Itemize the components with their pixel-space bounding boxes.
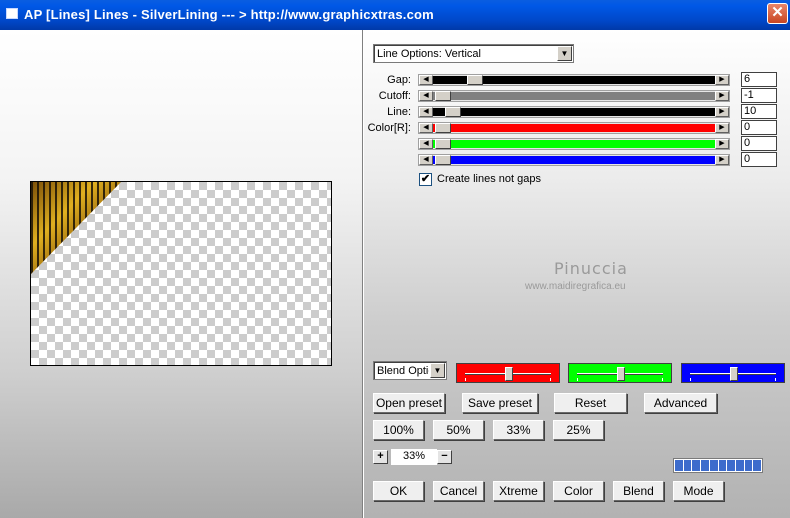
slider-label: Cutoff:	[378, 90, 411, 102]
progress-segment	[727, 460, 735, 471]
arrow-left-icon[interactable]: ◀	[419, 107, 433, 117]
arrow-left-icon[interactable]: ◀	[419, 123, 433, 133]
slider-label: Line:	[387, 106, 411, 118]
reset-button[interactable]: Reset	[554, 393, 627, 413]
blend-options-value: Blend Optio	[377, 365, 429, 377]
zoom-33-button[interactable]: 33%	[493, 420, 544, 440]
create-lines-label: Create lines not gaps	[437, 173, 541, 185]
progress-segment	[709, 460, 718, 471]
slider-fill	[433, 140, 715, 148]
xtreme-button[interactable]: Xtreme	[493, 481, 544, 501]
progress-segment	[718, 460, 727, 471]
slider-thumb[interactable]	[435, 155, 451, 165]
progress-segment	[683, 460, 692, 471]
preview-canvas	[30, 181, 332, 366]
line-options-dropdown[interactable]: Line Options: Vertical ▼	[373, 44, 574, 63]
slider-thumb[interactable]	[730, 367, 738, 381]
progress-indicator	[673, 458, 763, 473]
arrow-right-icon[interactable]: ▶	[715, 123, 729, 133]
progress-segment	[701, 460, 709, 471]
arrow-right-icon[interactable]: ▶	[715, 75, 729, 85]
progress-segment	[753, 460, 762, 471]
gap-value-field[interactable]: 6	[741, 72, 777, 87]
slider-fill	[433, 156, 715, 164]
cancel-button[interactable]: Cancel	[433, 481, 484, 501]
progress-segment	[692, 460, 701, 471]
watermark-site: www.maidiregrafica.eu	[525, 281, 626, 292]
arrow-left-icon[interactable]: ◀	[419, 139, 433, 149]
chevron-down-icon[interactable]: ▼	[430, 363, 445, 378]
open-preset-button[interactable]: Open preset	[373, 393, 445, 413]
preview-pane	[0, 30, 362, 518]
arrow-right-icon[interactable]: ▶	[715, 107, 729, 117]
red-value-field[interactable]: 0	[741, 120, 777, 135]
arrow-left-icon[interactable]: ◀	[419, 75, 433, 85]
arrow-right-icon[interactable]: ▶	[715, 155, 729, 165]
green-slider[interactable]: ◀ ▶	[418, 138, 730, 150]
slider-thumb[interactable]	[435, 91, 451, 101]
slider-thumb[interactable]	[435, 139, 451, 149]
zoom-out-button[interactable]: −	[437, 450, 452, 464]
save-preset-button[interactable]: Save preset	[462, 393, 538, 413]
watermark-name: Pinuccia	[554, 259, 628, 278]
zoom-in-button[interactable]: +	[373, 450, 388, 464]
advanced-button[interactable]: Advanced	[644, 393, 717, 413]
arrow-left-icon[interactable]: ◀	[419, 91, 433, 101]
progress-segment	[675, 460, 683, 471]
green-blend-slider[interactable]	[568, 363, 672, 383]
zoom-50-button[interactable]: 50%	[433, 420, 484, 440]
preview-image	[31, 182, 121, 274]
blue-slider[interactable]: ◀ ▶	[418, 154, 730, 166]
blend-options-dropdown[interactable]: Blend Optio ▼	[373, 361, 447, 380]
line-value-field[interactable]: 10	[741, 104, 777, 119]
slider-thumb[interactable]	[435, 123, 451, 133]
slider-thumb[interactable]	[445, 107, 461, 117]
title-bar: AP [Lines] Lines - SilverLining --- > ht…	[0, 0, 790, 30]
zoom-25-button[interactable]: 25%	[553, 420, 604, 440]
slider-thumb[interactable]	[467, 75, 483, 85]
slider-thumb[interactable]	[505, 367, 513, 381]
slider-thumb[interactable]	[617, 367, 625, 381]
window-title: AP [Lines] Lines - SilverLining --- > ht…	[24, 7, 434, 22]
progress-segment	[744, 460, 753, 471]
green-value-field[interactable]: 0	[741, 136, 777, 151]
slider-label: Color[R]:	[367, 122, 411, 134]
line-slider[interactable]: ◀ ▶	[418, 106, 730, 118]
blue-blend-slider[interactable]	[681, 363, 785, 383]
zoom-100-button[interactable]: 100%	[373, 420, 424, 440]
blend-button[interactable]: Blend	[613, 481, 664, 501]
red-slider[interactable]: ◀ ▶	[418, 122, 730, 134]
slider-label: Gap:	[387, 74, 411, 86]
gap-slider[interactable]: ◀ ▶	[418, 74, 730, 86]
arrow-right-icon[interactable]: ▶	[715, 139, 729, 149]
red-blend-slider[interactable]	[456, 363, 560, 383]
app-icon	[6, 8, 18, 19]
line-options-value: Line Options: Vertical	[377, 48, 481, 60]
mode-button[interactable]: Mode	[673, 481, 724, 501]
cutoff-value-field[interactable]: -1	[741, 88, 777, 103]
slider-fill	[433, 108, 715, 116]
arrow-right-icon[interactable]: ▶	[715, 91, 729, 101]
chevron-down-icon[interactable]: ▼	[557, 46, 572, 61]
progress-segment	[735, 460, 744, 471]
slider-fill	[433, 92, 715, 100]
close-button[interactable]: ✕	[767, 3, 788, 24]
create-lines-checkbox[interactable]: ✔	[419, 173, 432, 186]
zoom-value-field[interactable]: 33%	[391, 449, 437, 465]
color-button[interactable]: Color	[553, 481, 604, 501]
arrow-left-icon[interactable]: ◀	[419, 155, 433, 165]
slider-fill	[433, 124, 715, 132]
cutoff-slider[interactable]: ◀ ▶	[418, 90, 730, 102]
ok-button[interactable]: OK	[373, 481, 424, 501]
blue-value-field[interactable]: 0	[741, 152, 777, 167]
